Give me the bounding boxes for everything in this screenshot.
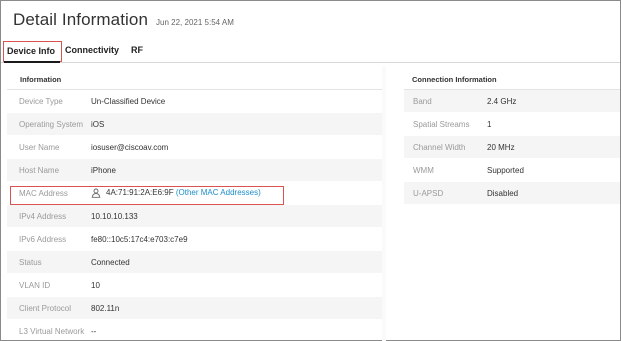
tab-bar: Device Info Connectivity RF	[3, 41, 151, 62]
tab-connectivity[interactable]: Connectivity	[65, 41, 125, 62]
row-value: Supported	[487, 165, 524, 175]
row-value: 1	[487, 119, 492, 129]
conn-row-band: Band 2.4 GHz	[404, 90, 620, 113]
info-row-ipv4: IPv4 Address 10.10.10.133	[7, 205, 382, 228]
connection-heading: Connection Information	[404, 67, 620, 90]
conn-row-spatial-streams: Spatial Streams 1	[404, 113, 620, 136]
row-value: 10.10.10.133	[91, 211, 138, 221]
row-value: iosuser@ciscoav.com	[91, 142, 169, 152]
info-row-device-type: Device Type Un-Classified Device	[7, 90, 382, 113]
active-tab-indicator	[4, 61, 60, 63]
row-label: Client Protocol	[19, 303, 72, 313]
info-row-host-name: Host Name iPhone	[7, 159, 382, 182]
row-label: User Name	[19, 142, 60, 152]
row-value: iOS	[91, 119, 105, 129]
timestamp: Jun 22, 2021 5:54 AM	[156, 18, 234, 27]
row-label: L3 Virtual Network	[19, 326, 85, 336]
detail-window: Detail Information Jun 22, 2021 5:54 AM …	[0, 0, 621, 341]
information-heading: Information	[7, 67, 382, 90]
row-label: IPv6 Address	[19, 234, 67, 244]
info-row-l3-virtual-network: L3 Virtual Network --	[7, 320, 382, 341]
row-label: Channel Width	[413, 142, 466, 152]
info-row-operating-system: Operating System iOS	[7, 113, 382, 136]
information-panel: Information Device Type Un-Classified De…	[7, 67, 382, 341]
tab-divider	[1, 62, 620, 63]
info-row-vlan-id: VLAN ID 10	[7, 274, 382, 297]
conn-row-channel-width: Channel Width 20 MHz	[404, 136, 620, 159]
row-label: Status	[19, 257, 42, 267]
row-label: U-APSD	[413, 188, 444, 198]
tab-device-info[interactable]: Device Info	[3, 41, 62, 62]
row-value: Connected	[91, 257, 130, 267]
row-value: fe80::10c5:17c4:e703:c7e9	[91, 234, 188, 244]
connection-panel: Connection Information Band 2.4 GHz Spat…	[404, 67, 620, 341]
row-value: 802.11n	[91, 303, 120, 313]
info-row-status: Status Connected	[7, 251, 382, 274]
info-row-client-protocol: Client Protocol 802.11n	[7, 297, 382, 320]
conn-row-u-apsd: U-APSD Disabled	[404, 182, 620, 205]
row-label: Host Name	[19, 165, 60, 175]
page-title: Detail Information	[13, 10, 149, 29]
row-label: Device Type	[19, 96, 63, 106]
info-row-user-name: User Name iosuser@ciscoav.com	[7, 136, 382, 159]
info-row-ipv6: IPv6 Address fe80::10c5:17c4:e703:c7e9	[7, 228, 382, 251]
conn-row-wmm: WMM Supported	[404, 159, 620, 182]
row-label: IPv4 Address	[19, 211, 67, 221]
row-label: Band	[413, 96, 432, 106]
row-label: Spatial Streams	[413, 119, 470, 129]
row-label: WMM	[413, 165, 434, 175]
row-label: VLAN ID	[19, 280, 51, 290]
row-value: 2.4 GHz	[487, 96, 517, 106]
tab-rf[interactable]: RF	[131, 41, 151, 62]
row-label: Operating System	[19, 119, 84, 129]
row-value: Disabled	[487, 188, 519, 198]
panel-divider	[382, 67, 386, 341]
row-value: iPhone	[91, 165, 116, 175]
row-value: 10	[91, 280, 100, 290]
row-value: 20 MHz	[487, 142, 515, 152]
page-header: Detail Information Jun 22, 2021 5:54 AM	[13, 10, 234, 30]
row-value: Un-Classified Device	[91, 96, 166, 106]
row-value: --	[91, 326, 97, 336]
mac-address-highlight	[10, 186, 284, 205]
